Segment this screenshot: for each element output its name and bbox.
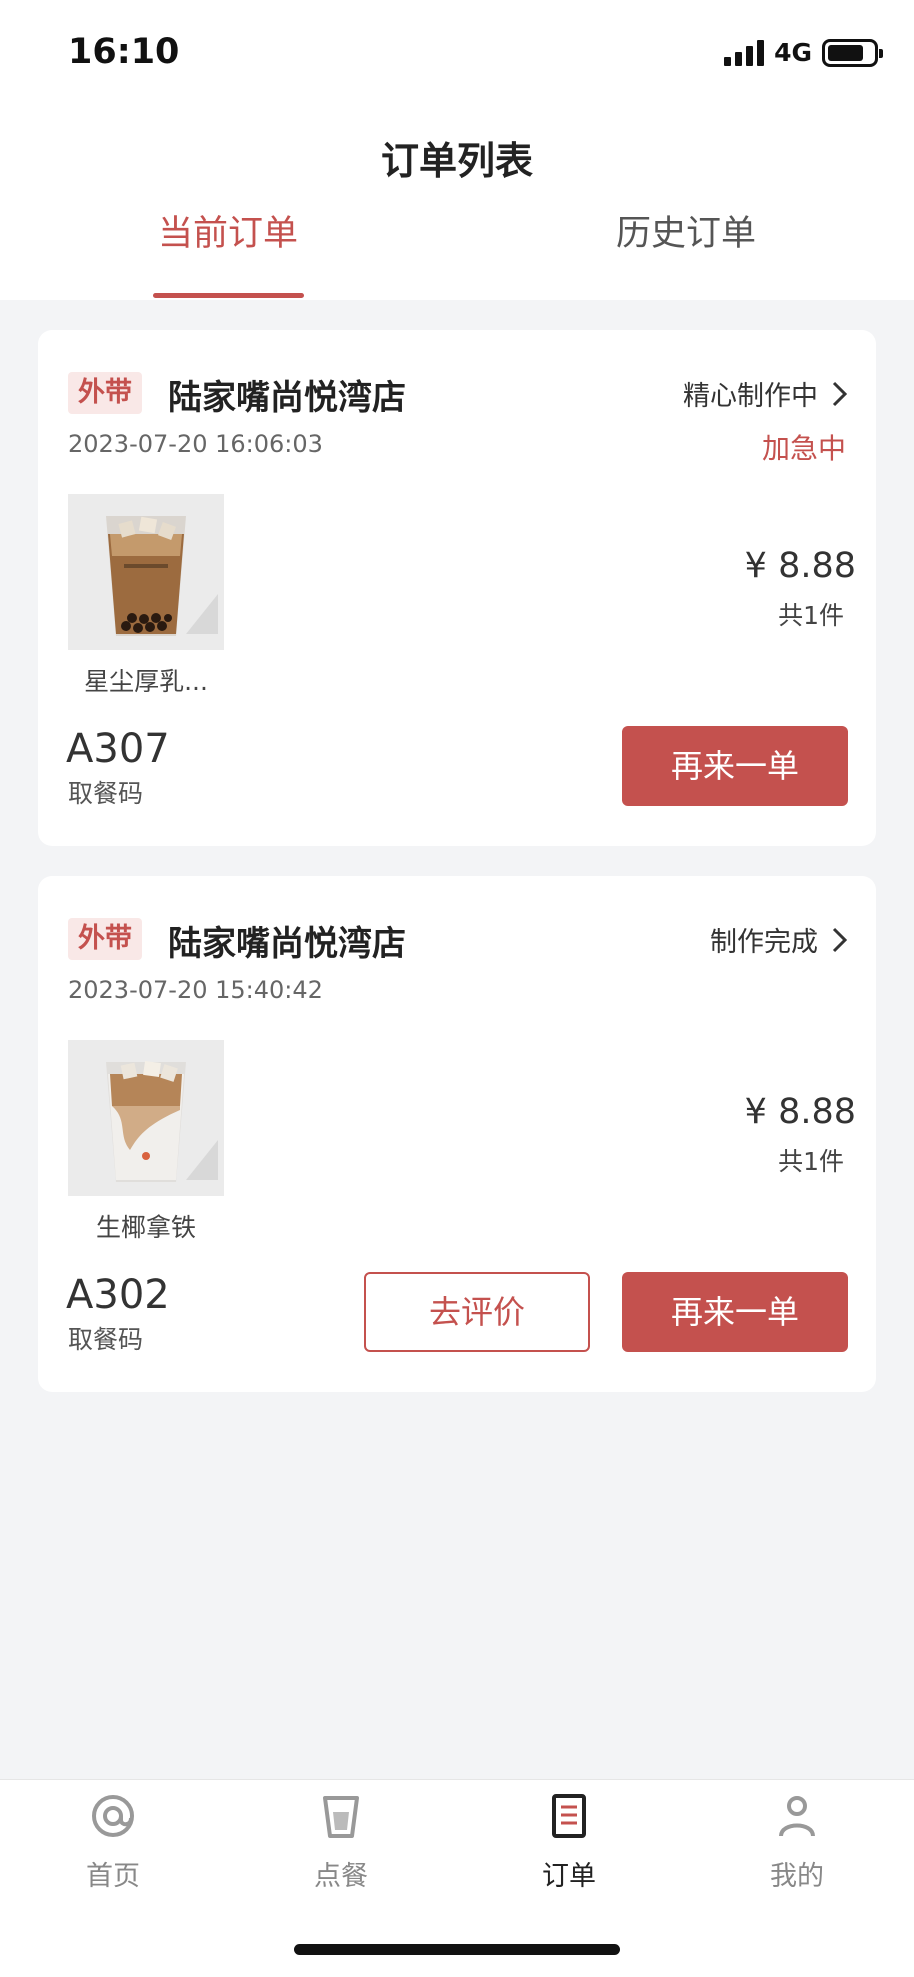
user-icon — [779, 1796, 815, 1837]
page-title: 订单列表 — [380, 139, 533, 183]
order-price: ¥ 8.88 — [744, 1092, 856, 1132]
item-count: 共1件 — [778, 1147, 844, 1176]
review-button[interactable]: 去评价 — [364, 1272, 590, 1352]
order-status-link[interactable]: 精心制作中 — [683, 374, 850, 413]
chevron-right-icon — [832, 927, 848, 952]
product-image — [68, 494, 224, 650]
store-name: 陆家嘴尚悦湾店 — [168, 924, 406, 964]
nav-profile[interactable]: 我的 — [722, 1792, 872, 1893]
order-status-link[interactable]: 制作完成 — [710, 920, 850, 959]
iced-coffee-with-boba-icon — [68, 494, 224, 650]
product-name: 星尘厚乳... — [84, 667, 208, 696]
nav-order-food[interactable]: 点餐 — [266, 1792, 416, 1893]
tab-current-orders[interactable]: 当前订单 — [108, 205, 348, 256]
at-sign-icon — [92, 1795, 134, 1837]
order-time: 2023-07-20 15:40:42 — [68, 976, 323, 1004]
pickup-code-label: 取餐码 — [68, 1325, 144, 1354]
order-tabs: 当前订单 历史订单 — [0, 205, 914, 300]
signal-icon — [724, 39, 765, 66]
top-area: 16:10 4G 订单列表 当前订单 历史订单 — [0, 0, 914, 300]
nav-label: 首页 — [86, 1861, 140, 1892]
rush-status: 加急中 — [761, 432, 846, 465]
order-price: ¥ 8.88 — [744, 546, 856, 586]
network-label: 4G — [774, 38, 812, 67]
product-image — [68, 1040, 224, 1196]
status-indicators: 4G — [724, 38, 883, 67]
receipt-icon — [552, 1794, 586, 1838]
order-status: 精心制作中 — [683, 381, 818, 412]
store-name: 陆家嘴尚悦湾店 — [168, 378, 406, 418]
nav-orders[interactable]: 订单 — [494, 1792, 644, 1893]
active-tab-underline — [153, 293, 304, 298]
tab-history-orders[interactable]: 历史订单 — [566, 205, 806, 256]
item-count: 共1件 — [778, 601, 844, 630]
pickup-code-label: 取餐码 — [68, 779, 144, 808]
reorder-button[interactable]: 再来一单 — [622, 726, 848, 806]
battery-icon — [822, 38, 883, 67]
home-indicator — [294, 1944, 620, 1955]
status-bar: 16:10 4G — [0, 0, 914, 110]
pickup-code: A302 — [66, 1272, 170, 1318]
pickup-code: A307 — [66, 726, 170, 772]
product-name: 生椰拿铁 — [95, 1213, 196, 1242]
nav-home[interactable]: 首页 — [38, 1792, 188, 1893]
takeout-tag: 外带 — [68, 918, 142, 960]
chevron-right-icon — [832, 381, 848, 406]
order-card[interactable]: 外带 陆家嘴尚悦湾店 制作完成 2023-07-20 15:40:42 生椰拿铁… — [38, 876, 876, 1392]
order-time: 2023-07-20 16:06:03 — [68, 430, 323, 458]
status-time: 16:10 — [68, 32, 180, 72]
takeout-tag: 外带 — [68, 372, 142, 414]
nav-label: 我的 — [770, 1861, 824, 1892]
iced-coconut-latte-icon — [68, 1040, 224, 1196]
reorder-button[interactable]: 再来一单 — [622, 1272, 848, 1352]
order-card[interactable]: 外带 陆家嘴尚悦湾店 精心制作中 2023-07-20 16:06:03 加急中… — [38, 330, 876, 846]
order-status: 制作完成 — [710, 927, 818, 958]
cup-icon — [323, 1796, 359, 1838]
nav-label: 点餐 — [314, 1861, 368, 1892]
nav-label: 订单 — [542, 1861, 596, 1892]
